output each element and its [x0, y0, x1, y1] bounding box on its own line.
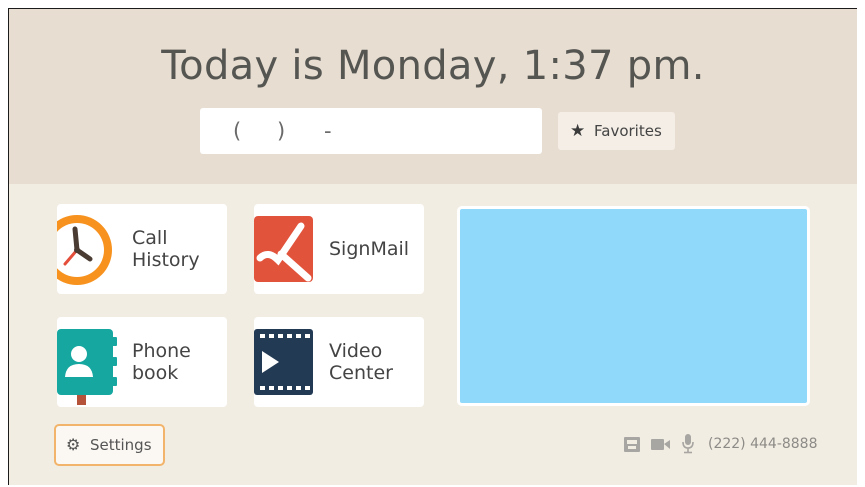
- gear-icon: ⚙: [66, 435, 81, 454]
- tile-phonebook-label: Phone book: [132, 340, 191, 384]
- app-screen: Today is Monday, 1:37 pm. ( ) - ★ Favori…: [8, 8, 857, 485]
- phonebook-icon: [57, 329, 117, 405]
- video-preview: [457, 206, 810, 406]
- microphone-icon: [682, 434, 694, 454]
- tile-signmail[interactable]: SignMail: [254, 204, 424, 294]
- tile-video-center[interactable]: Video Center: [254, 317, 424, 407]
- tile-video-center-label: Video Center: [329, 340, 393, 384]
- tile-signmail-label: SignMail: [329, 238, 410, 260]
- network-icon: [624, 437, 640, 452]
- camera-icon: [651, 439, 670, 450]
- page-title: Today is Monday, 1:37 pm.: [161, 43, 705, 89]
- dial-open-paren: (: [233, 119, 242, 143]
- phone-number: (222) 444-8888: [708, 436, 818, 452]
- header: Today is Monday, 1:37 pm. ( ) - ★ Favori…: [9, 9, 857, 184]
- dial-number-field[interactable]: ( ) -: [200, 108, 542, 154]
- signmail-icon: [254, 216, 313, 282]
- clock-icon: [57, 215, 112, 285]
- film-icon: [254, 329, 313, 395]
- tile-call-history-label: Call History: [132, 227, 200, 271]
- tile-call-history[interactable]: Call History: [57, 204, 227, 294]
- star-icon: ★: [570, 121, 586, 141]
- dial-dash: -: [324, 119, 332, 143]
- favorites-button[interactable]: ★ Favorites: [558, 112, 675, 150]
- settings-button[interactable]: ⚙ Settings: [54, 424, 165, 466]
- dial-close-paren: ): [277, 119, 286, 143]
- settings-label: Settings: [90, 436, 152, 454]
- favorites-label: Favorites: [594, 122, 662, 140]
- tile-phonebook[interactable]: Phone book: [57, 317, 227, 407]
